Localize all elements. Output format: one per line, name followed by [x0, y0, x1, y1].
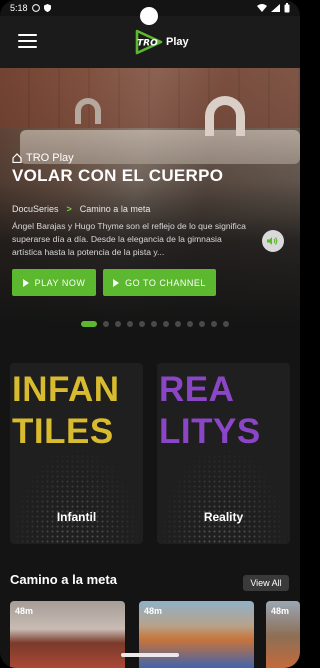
episode-duration: 48m [271, 606, 290, 616]
notification-icon [31, 4, 40, 12]
play-now-button[interactable]: PLAY NOW [12, 269, 96, 296]
logo-text: Play [166, 36, 189, 48]
hero-brand: TRO Play [12, 152, 74, 164]
go-to-channel-button[interactable]: GO TO CHANNEL [103, 269, 216, 296]
category-caption: Infantil [56, 510, 97, 524]
sound-toggle-button[interactable] [262, 230, 284, 252]
go-to-channel-label: GO TO CHANNEL [125, 277, 206, 288]
view-all-button[interactable]: View All [243, 575, 289, 591]
episode-thumbnail[interactable]: 48m [139, 601, 254, 668]
episode-duration: 48m [15, 606, 34, 616]
breadcrumb-series[interactable]: DocuSeries [12, 204, 59, 214]
dot-pattern [157, 444, 290, 544]
carousel-dot[interactable] [163, 321, 169, 327]
play-icon [22, 278, 29, 287]
dot-pattern [10, 444, 143, 544]
app-screen: 5:18 TRO Play TRO Play VOLAR CON EL CUER… [0, 0, 300, 668]
wifi-icon [257, 4, 267, 12]
episode-thumbnail[interactable]: 48m [10, 601, 125, 668]
hero-brand-label: TRO Play [26, 152, 74, 164]
carousel-dot[interactable] [199, 321, 205, 327]
battery-icon [284, 3, 290, 13]
carousel-dot[interactable] [211, 321, 217, 327]
signal-icon [271, 4, 280, 12]
category-art-text: INFAN TILES [12, 370, 120, 451]
hero-title: VOLAR CON EL CUERPO [12, 166, 224, 185]
carousel-dot[interactable] [103, 321, 109, 327]
play-now-label: PLAY NOW [34, 277, 86, 288]
svg-text:TRO: TRO [137, 39, 158, 49]
speaker-icon [267, 237, 278, 245]
category-art-text: REA LITYS [159, 370, 261, 451]
breadcrumb-separator: > [66, 204, 72, 214]
episode-duration: 48m [144, 606, 163, 616]
hero-description: Ángel Barajas y Hugo Thyme son el reflej… [12, 221, 246, 257]
carousel-dot[interactable] [139, 321, 145, 327]
carousel-dot[interactable] [151, 321, 157, 327]
home-icon [12, 153, 22, 163]
carousel-dot[interactable] [81, 321, 97, 327]
gesture-nav-bar[interactable] [121, 653, 179, 657]
category-caption: Reality [203, 510, 244, 524]
carousel-dot[interactable] [175, 321, 181, 327]
tro-logo-icon: TRO [135, 29, 163, 55]
episode-thumbnail[interactable]: 48m [266, 601, 300, 668]
category-card-reality[interactable]: REA LITYS Reality [157, 363, 290, 544]
hamburger-menu-icon[interactable] [18, 34, 37, 50]
carousel-dot[interactable] [187, 321, 193, 327]
hero-banner[interactable]: TRO Play VOLAR CON EL CUERPO DocuSeries … [0, 68, 300, 348]
tro-play-logo[interactable]: TRO Play [133, 29, 189, 55]
shield-icon [43, 4, 51, 12]
carousel-dot[interactable] [223, 321, 229, 327]
breadcrumb: DocuSeries > Camino a la meta [12, 204, 150, 214]
category-card-infantil[interactable]: INFAN TILES Infantil [10, 363, 143, 544]
camera-cutout [140, 7, 158, 25]
breadcrumb-show[interactable]: Camino a la meta [80, 204, 151, 214]
status-time: 5:18 [10, 3, 28, 13]
play-icon [113, 278, 120, 287]
carousel-indicator[interactable] [81, 321, 229, 327]
carousel-dot[interactable] [115, 321, 121, 327]
section-title: Camino a la meta [10, 572, 117, 587]
carousel-dot[interactable] [127, 321, 133, 327]
